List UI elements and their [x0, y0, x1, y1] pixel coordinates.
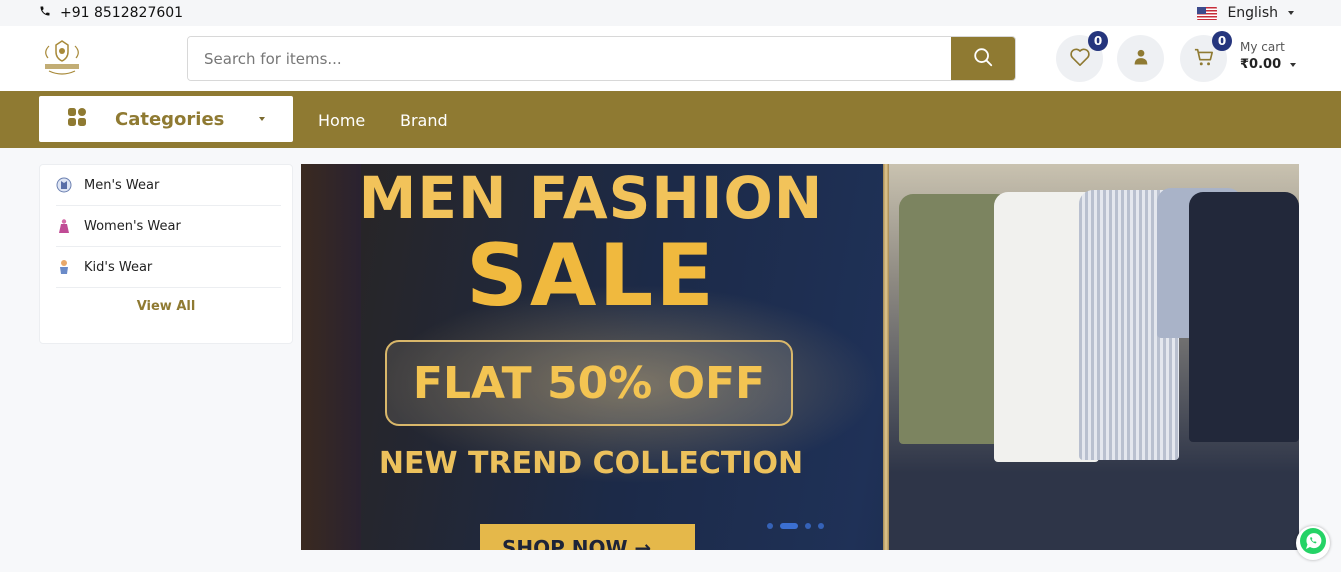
- banner-sale: SALE: [465, 226, 717, 326]
- hero-banner[interactable]: MEN FASHION SALE FLAT 50% OFF NEW TREND …: [301, 164, 1299, 550]
- shop-now-button[interactable]: SHOP NOW →: [480, 524, 695, 550]
- categories-label: Categories: [115, 108, 225, 130]
- phone-number: +91 8512827601: [60, 5, 184, 21]
- cart-amount: ₹0.00: [1240, 57, 1282, 72]
- main-nav: Categories Home Brand: [0, 91, 1341, 148]
- carousel-dots: [767, 523, 824, 529]
- sidebar-item-mens-wear[interactable]: Men's Wear: [56, 165, 281, 206]
- category-sidebar: Men's Wear Women's Wear Kid's Wear View …: [39, 164, 293, 344]
- account-button[interactable]: [1117, 35, 1164, 82]
- sidebar-item-label: Men's Wear: [84, 177, 160, 193]
- chevron-down-icon: [1288, 11, 1294, 15]
- carousel-dot[interactable]: [818, 523, 824, 529]
- cart-label: My cart: [1240, 40, 1285, 54]
- sidebar-item-kids-wear[interactable]: Kid's Wear: [56, 247, 281, 288]
- grid-icon: [67, 107, 87, 131]
- sidebar-item-womens-wear[interactable]: Women's Wear: [56, 206, 281, 247]
- banner-clothing-rack: [889, 164, 1299, 550]
- cart-summary[interactable]: My cart ₹0.00: [1240, 40, 1297, 72]
- cart-amount-row: ₹0.00: [1240, 57, 1297, 72]
- search-icon: [972, 46, 994, 72]
- wishlist-button[interactable]: 0: [1056, 31, 1108, 82]
- heart-icon: [1069, 47, 1091, 71]
- banner-offer: FLAT 50% OFF: [385, 340, 793, 426]
- top-bar: +91 8512827601 English: [0, 0, 1341, 26]
- categories-dropdown[interactable]: Categories: [39, 96, 293, 142]
- mens-wear-icon: [56, 177, 72, 193]
- search-bar: [187, 36, 1016, 81]
- cart-button[interactable]: 0: [1180, 31, 1232, 82]
- search-button[interactable]: [951, 37, 1015, 80]
- site-logo[interactable]: [39, 38, 85, 78]
- womens-wear-icon: [56, 218, 72, 234]
- carousel-dot[interactable]: [767, 523, 773, 529]
- carousel-dot[interactable]: [805, 523, 811, 529]
- sidebar-item-label: Women's Wear: [84, 218, 181, 234]
- view-all-link[interactable]: View All: [40, 299, 292, 314]
- search-input[interactable]: [188, 37, 951, 80]
- nav-brand[interactable]: Brand: [400, 111, 448, 130]
- jacket-navy: [1189, 192, 1299, 442]
- cart-count-badge: 0: [1212, 31, 1232, 51]
- banner-pole: [883, 164, 889, 550]
- banner-headline: MEN FASHION: [358, 164, 824, 232]
- banner-subline: NEW TREND COLLECTION: [378, 446, 804, 481]
- kids-wear-icon: [56, 259, 72, 275]
- header: 0 0 My cart ₹0.00: [0, 26, 1341, 91]
- language-selector[interactable]: English: [1197, 5, 1294, 21]
- us-flag-icon: [1197, 6, 1218, 20]
- whatsapp-icon: [1298, 526, 1328, 560]
- sidebar-item-label: Kid's Wear: [84, 259, 153, 275]
- phone-contact[interactable]: +91 8512827601: [39, 5, 183, 21]
- chevron-down-icon: [259, 117, 265, 121]
- whatsapp-button[interactable]: [1296, 526, 1330, 560]
- user-icon: [1132, 48, 1150, 70]
- wishlist-count-badge: 0: [1088, 31, 1108, 51]
- phone-icon: [39, 5, 51, 21]
- carousel-dot-active[interactable]: [780, 523, 798, 529]
- language-label: English: [1227, 5, 1278, 21]
- nav-home[interactable]: Home: [318, 111, 365, 130]
- cart-icon: [1193, 47, 1215, 71]
- chevron-down-icon: [1290, 62, 1297, 67]
